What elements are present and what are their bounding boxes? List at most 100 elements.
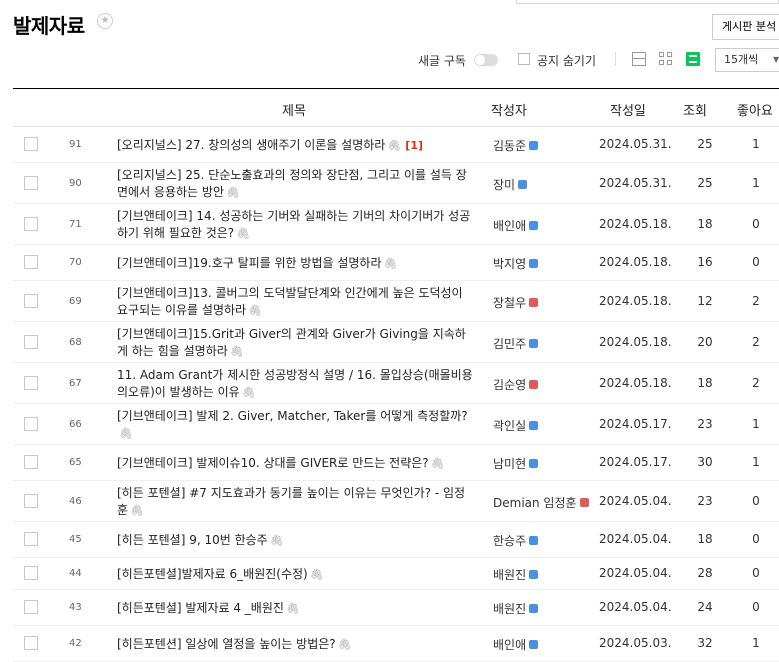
article-number: 65 [69, 457, 82, 468]
article-title-link[interactable]: [기브앤테이크] 발제 2. Giver, Matcher, Taker를 어떻… [117, 408, 475, 442]
author-text: 장철우 [493, 295, 527, 310]
author-name[interactable]: 배인애 [493, 217, 539, 234]
table-row[interactable]: 65 [기브앤테이크] 발제이슈10. 상대를 GIVER로 만드는 전략은? 🖇 남… [13, 445, 779, 481]
star-icon[interactable]: ★ [97, 13, 113, 29]
article-number: 70 [69, 257, 82, 268]
view-count: 18 [697, 532, 713, 546]
author-name[interactable]: 배원진 [493, 566, 539, 583]
article-title-link[interactable]: [기브앤테이크]13. 콜버그의 도덕발달단계와 인간에게 높은 도덕성이 요구… [117, 285, 475, 319]
author-name[interactable]: 배원진 [493, 600, 539, 617]
article-title-link[interactable]: [히든 포텐셜] 9, 10번 한승주 🖇 [117, 532, 475, 550]
row-checkbox[interactable] [24, 137, 38, 151]
table-row[interactable]: 90 [오리지널스] 25. 단순노출효과의 정의와 장단점, 그리고 이를 설득… [13, 163, 779, 204]
table-row[interactable]: 66 [기브앤테이크] 발제 2. Giver, Matcher, Taker를 … [13, 404, 779, 445]
author-text: 박지영 [493, 257, 527, 271]
hide-notice-label[interactable]: 공지 숨기기 [537, 52, 596, 69]
divider [615, 52, 616, 66]
table-row[interactable]: 42 [히든포텐션] 일상에 열정을 높이는 방법은? 🖇 배인애 2024.05.03… [13, 626, 779, 662]
row-checkbox[interactable] [24, 375, 38, 390]
row-checkbox[interactable] [24, 493, 38, 508]
article-title-text: [기브앤테이크]13. 콜버그의 도덕발달단계와 인간에게 높은 도덕성이 요구… [117, 286, 463, 317]
author-text: 김동준 [493, 139, 527, 153]
author-name[interactable]: 김동준 [493, 137, 539, 154]
row-checkbox[interactable] [24, 532, 38, 546]
per-page-select[interactable]: 15개씩 ▼ [715, 48, 779, 72]
comment-count[interactable]: [1] [405, 139, 423, 152]
article-title-link[interactable]: [기브앤테이크] 14. 성공하는 기버와 실패하는 기버의 차이기버가 성공하… [117, 208, 475, 242]
author-name[interactable]: 김순영 [493, 376, 539, 393]
author-text: 곽인실 [493, 418, 527, 433]
hide-notice-checkbox[interactable] [518, 53, 530, 65]
table-row[interactable]: 91 [오리지널스] 27. 창의성의 생애주기 이론을 설명하라 🖇 [1] 김동준 2… [13, 127, 779, 163]
row-checkbox[interactable] [24, 175, 38, 190]
author-text: 배인애 [493, 218, 527, 233]
top-search-box[interactable] [516, 0, 779, 4]
author-name[interactable]: 남미현 [493, 455, 539, 472]
author-text: 김민주 [493, 336, 527, 351]
table-row[interactable]: 43 [히든포텐셜] 발제자료 4 _배원진 🖇 배원진 2024.05.04. 24 0 [13, 590, 779, 626]
article-title-link[interactable]: [오리지널스] 27. 창의성의 생애주기 이론을 설명하라 🖇 [1] [117, 137, 475, 155]
table-row[interactable]: 67 11. Adam Grant가 제시한 성공방정식 설명 / 16. 몰입상… [13, 363, 779, 404]
author-text: 장미 [493, 177, 516, 192]
author-name[interactable]: 곽인실 [493, 417, 539, 434]
article-title-link[interactable]: [히든포텐셜]발제자료 6_배원진(수정) 🖇 [117, 566, 475, 584]
attachment-icon: 🖇 [226, 185, 240, 199]
article-title-link[interactable]: [기브앤테이크] 발제이슈10. 상대를 GIVER로 만드는 전략은? 🖇 [117, 455, 475, 473]
article-title-link[interactable]: [기브앤테이크]15.Grit과 Giver의 관계와 Giver가 Givin… [117, 326, 475, 360]
row-checkbox[interactable] [24, 566, 38, 580]
attachment-icon: 🖇 [383, 257, 398, 270]
view-count: 30 [697, 455, 713, 469]
attachment-icon: 🖇 [236, 226, 251, 240]
table-row[interactable]: 44 [히든포텐셜]발제자료 6_배원진(수정) 🖇 배원진 2024.05.04. 28… [13, 558, 779, 590]
table-row[interactable]: 71 [기브앤테이크] 14. 성공하는 기버와 실패하는 기버의 차이기버가 성… [13, 204, 779, 245]
article-date: 2024.05.18. [599, 216, 672, 231]
author-name[interactable]: 배인애 [493, 636, 539, 653]
table-row[interactable]: 45 [히든 포텐셜] 9, 10번 한승주 🖇 한승주 2024.05.04. 18 0 [13, 522, 779, 558]
article-title-link[interactable]: [히든포텐셜] 발제자료 4 _배원진 🖇 [117, 600, 475, 618]
view-count: 24 [697, 600, 713, 614]
attachment-icon: 🖇 [248, 303, 263, 317]
article-title-text: [기브앤테이크]15.Grit과 Giver의 관계와 Giver가 Givin… [117, 327, 466, 358]
author-name[interactable]: 한승주 [493, 532, 539, 549]
row-checkbox[interactable] [24, 216, 38, 231]
member-level-icon [529, 536, 539, 545]
article-title-link[interactable]: [기브앤테이크]19.호구 탈피를 위한 방법을 설명하라 🖇 [117, 255, 475, 273]
row-checkbox[interactable] [24, 293, 38, 308]
table-row[interactable]: 68 [기브앤테이크]15.Grit과 Giver의 관계와 Giver가 Giv… [13, 322, 779, 363]
like-count: 1 [752, 455, 760, 469]
member-level-icon [529, 259, 539, 268]
feed-view-icon[interactable] [686, 52, 700, 66]
article-title-text: [기브앤테이크] 발제 2. Giver, Matcher, Taker를 어떻… [117, 409, 468, 423]
author-name[interactable]: 박지영 [493, 255, 539, 272]
article-number: 91 [69, 139, 82, 150]
article-title-link[interactable]: 11. Adam Grant가 제시한 성공방정식 설명 / 16. 몰입상승(… [117, 367, 475, 401]
row-checkbox[interactable] [24, 416, 38, 431]
header-likes: 좋아요 [737, 104, 773, 119]
row-checkbox[interactable] [24, 636, 38, 650]
article-number: 90 [69, 177, 82, 189]
author-name[interactable]: 김민주 [493, 335, 539, 352]
attachment-icon: 🖇 [387, 139, 402, 152]
list-view-icon[interactable] [632, 52, 646, 66]
row-checkbox[interactable] [24, 600, 38, 614]
grid-view-icon[interactable] [659, 52, 673, 66]
article-title-link[interactable]: [히든포텐션] 일상에 열정을 높이는 방법은? 🖇 [117, 636, 475, 654]
author-name[interactable]: 장미 [493, 176, 528, 193]
board-analysis-button[interactable]: 게시판 분석 [712, 14, 779, 40]
article-title-text: [오리지널스] 25. 단순노출효과의 정의와 장단점, 그리고 이를 설득 장… [117, 168, 467, 199]
member-level-icon [529, 297, 539, 307]
table-row[interactable]: 70 [기브앤테이크]19.호구 탈피를 위한 방법을 설명하라 🖇 박지영 2024.… [13, 245, 779, 281]
attachment-icon: 🖇 [229, 344, 244, 358]
row-checkbox[interactable] [24, 334, 38, 349]
member-level-icon [529, 338, 539, 348]
article-title-link[interactable]: [히든 포텐셜] #7 지도효과가 동기를 높이는 이유는 무엇인가? - 임정… [117, 485, 475, 519]
row-checkbox[interactable] [24, 255, 38, 269]
author-name[interactable]: Demian 임정훈 [493, 494, 589, 511]
table-row[interactable]: 46 [히든 포텐셜] #7 지도효과가 동기를 높이는 이유는 무엇인가? - … [13, 481, 779, 522]
author-name[interactable]: 장철우 [493, 294, 539, 311]
author-text: 한승주 [493, 534, 527, 548]
row-checkbox[interactable] [24, 455, 38, 469]
article-title-link[interactable]: [오리지널스] 25. 단순노출효과의 정의와 장단점, 그리고 이를 설득 장… [117, 167, 475, 201]
table-row[interactable]: 69 [기브앤테이크]13. 콜버그의 도덕발달단계와 인간에게 높은 도덕성이 … [13, 281, 779, 322]
new-subscribe-toggle[interactable] [474, 54, 498, 66]
